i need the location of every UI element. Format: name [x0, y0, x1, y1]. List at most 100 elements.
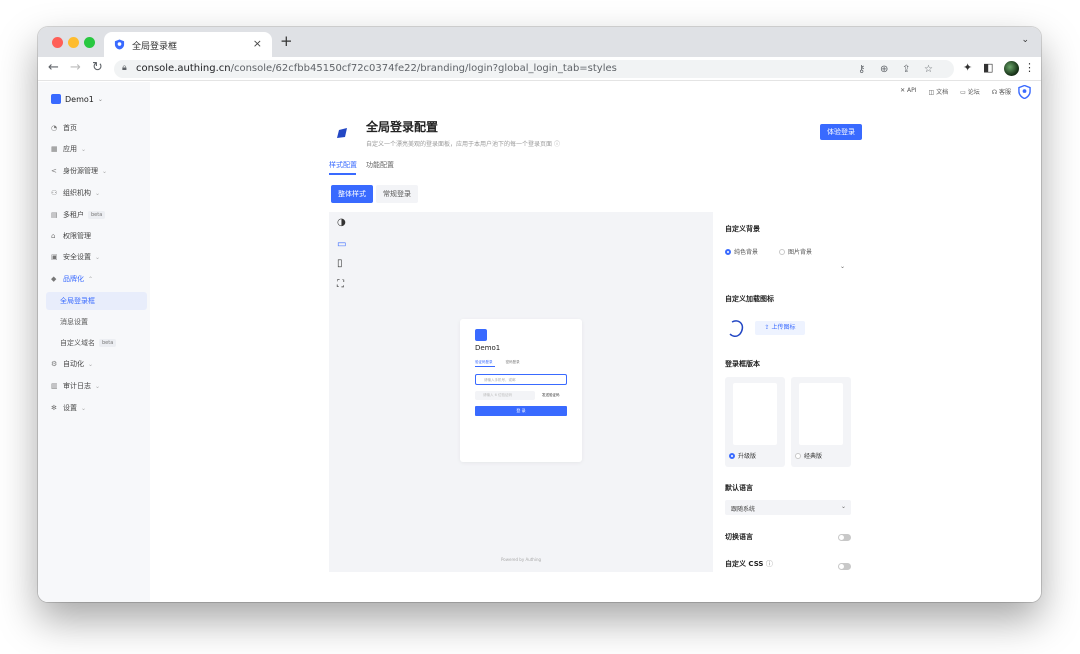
sidebar-item-home[interactable]: ◔ 首页: [51, 120, 77, 136]
lock-icon: 🔒︎: [122, 63, 127, 73]
sidebar-item-tenant[interactable]: ▤ 多租户 beta: [51, 207, 106, 223]
sidebar-item-label: 应用: [63, 145, 77, 153]
desktop-icon[interactable]: ▭: [337, 239, 346, 250]
app-switcher[interactable]: Demo1 ⌄: [51, 94, 103, 104]
tab-features[interactable]: 功能配置: [366, 160, 394, 170]
help-icon[interactable]: ⓘ: [554, 141, 560, 148]
reload-button[interactable]: ↻: [92, 60, 103, 75]
chevron-down-icon: ⌄: [95, 189, 101, 197]
segment-overall-style[interactable]: 整体样式: [331, 185, 373, 203]
address-bar[interactable]: 🔒︎ console.authing.cn/console/62cfbb4515…: [114, 60, 954, 78]
mobile-icon[interactable]: ▯: [337, 258, 343, 269]
app-name: Demo1: [65, 94, 94, 104]
api-link[interactable]: ✕ API: [900, 87, 916, 96]
version-classic-label: 经典版: [795, 451, 822, 460]
sidebar-item-label: 权限管理: [63, 232, 91, 240]
fullscreen-icon[interactable]: ⛶: [337, 279, 344, 290]
browser-tab[interactable]: 全局登录框 ×: [104, 32, 272, 57]
preview-code-input[interactable]: 请输入 6 位验证码: [475, 391, 535, 400]
try-login-button[interactable]: 体验登录: [820, 124, 862, 140]
sidebar-item-settings[interactable]: ✻ 设置 ⌄: [51, 400, 86, 416]
close-window-button[interactable]: [52, 37, 63, 48]
bookmark-star-icon[interactable]: ☆: [924, 64, 933, 75]
forum-link[interactable]: ▭ 论坛: [960, 87, 980, 96]
sidebar-item-label: 设置: [63, 404, 77, 412]
sidebar-item-automation[interactable]: ⚙ 自动化 ⌄: [51, 356, 93, 372]
maximize-window-button[interactable]: [84, 37, 95, 48]
background-color-select[interactable]: ⌄: [725, 260, 848, 274]
minimize-window-button[interactable]: [68, 37, 79, 48]
sidebar-item-security[interactable]: ▣ 安全设置 ⌄: [51, 249, 100, 265]
docs-link[interactable]: ◫ 文档: [929, 87, 949, 96]
extensions-icon[interactable]: ✦: [963, 61, 972, 74]
sidebar-subitem-login-box[interactable]: 全局登录框: [60, 293, 95, 309]
switch-language-title: 切换语言: [725, 533, 753, 541]
sidebar-item-permissions[interactable]: ⌂ 权限管理: [51, 228, 91, 244]
new-tab-button[interactable]: +: [280, 32, 293, 50]
chevron-down-icon: ⌄: [81, 145, 87, 153]
sidebar-item-apps[interactable]: ▦ 应用 ⌄: [51, 141, 86, 157]
forward-button[interactable]: →: [70, 60, 81, 75]
sidebar-item-audit-log[interactable]: ▥ 审计日志 ⌄: [51, 378, 100, 394]
radio-solid-bg[interactable]: 纯色背景: [725, 247, 758, 256]
sidebar-subitem-messages[interactable]: 消息设置: [60, 314, 88, 330]
language-select[interactable]: 跟随系统 ⌄: [725, 500, 851, 515]
version-classic-option[interactable]: 经典版: [791, 377, 851, 467]
version-upgraded-option[interactable]: 升级版: [725, 377, 785, 467]
tab-search-chevron-icon[interactable]: ⌄: [1021, 35, 1029, 45]
chevron-down-icon: ⌄: [95, 382, 101, 390]
shield-icon: ▣: [51, 253, 58, 261]
page-title: 全局登录配置: [366, 120, 439, 134]
back-button[interactable]: ←: [48, 60, 59, 75]
preview-login-button[interactable]: 登 录: [475, 406, 567, 416]
branding-icon: [337, 128, 347, 138]
key-icon[interactable]: ⚷: [858, 64, 865, 75]
preview-account-input[interactable]: 请输入手机号，或邮: [475, 374, 567, 385]
sidebar-item-label: 安全设置: [63, 253, 91, 261]
radio-label: 图片背景: [788, 249, 813, 256]
brand-icon: ◆: [51, 275, 57, 283]
upload-icon-button[interactable]: ⇪ 上传图标: [755, 321, 805, 335]
authing-shield-icon[interactable]: [1018, 85, 1031, 99]
tab-styles[interactable]: 样式配置: [329, 160, 357, 170]
log-icon: ▥: [51, 382, 58, 390]
page-description: 自定义一个漂亮美观的登录面板，应用于本用户池下的每一个登录页面 ⓘ: [366, 139, 560, 148]
preview-tab-password[interactable]: 密码登录: [506, 360, 520, 364]
sidebar-subitem-label: 全局登录框: [60, 297, 95, 305]
active-tab-indicator: [329, 173, 356, 175]
preview-send-code[interactable]: 发送验证码: [542, 393, 560, 398]
sidepanel-icon[interactable]: ◧: [983, 61, 993, 74]
language-value: 跟随系统: [731, 506, 756, 513]
chevron-up-icon: ⌃: [88, 275, 94, 283]
theme-globe-icon[interactable]: ◑: [337, 217, 346, 228]
loading-preview-icon: [729, 320, 744, 338]
tab-close-icon[interactable]: ×: [253, 37, 262, 50]
sidebar-item-identity-sources[interactable]: < 身份源管理 ⌄: [51, 163, 107, 179]
sidebar-item-label: 多租户: [63, 211, 84, 219]
radio-image-bg[interactable]: 图片背景: [779, 247, 812, 256]
custom-css-toggle[interactable]: [838, 563, 851, 570]
chevron-down-icon: ⌄: [88, 360, 94, 368]
help-icon[interactable]: ⓘ: [766, 560, 773, 568]
chevron-down-icon: ⌄: [840, 503, 846, 510]
preview-tab-code[interactable]: 验证码登录: [475, 360, 493, 364]
share-icon[interactable]: ⇪: [902, 64, 910, 75]
version-upgraded-label: 升级版: [729, 451, 756, 460]
radio-dot: [795, 452, 801, 459]
switch-language-toggle[interactable]: [838, 534, 851, 541]
profile-avatar[interactable]: [1004, 61, 1019, 76]
tab-title: 全局登录框: [132, 42, 178, 52]
sidebar-item-org[interactable]: ⚇ 组织机构 ⌄: [51, 185, 100, 201]
share-icon: <: [51, 167, 57, 175]
sidebar-item-branding[interactable]: ◆ 品牌化 ⌃: [51, 271, 93, 287]
support-link[interactable]: ☊ 客服: [992, 87, 1011, 96]
chevron-down-icon: ⌄: [97, 95, 103, 103]
sidebar-subitem-custom-domain[interactable]: 自定义域名 beta: [60, 335, 117, 351]
sidebar: Demo1 ⌄ ◔ 首页 ▦ 应用 ⌄ < 身份源管理 ⌄ ⚇ 组织机构 ⌄ ▤…: [38, 82, 150, 602]
loading-icon-title: 自定义加载图标: [725, 295, 774, 303]
radio-dot: [729, 452, 735, 459]
segment-regular-login[interactable]: 常规登录: [376, 185, 418, 203]
preview-app-name: Demo1: [475, 344, 501, 352]
menu-kebab-icon[interactable]: ⋮: [1024, 61, 1035, 74]
zoom-icon[interactable]: ⊕: [880, 64, 888, 75]
